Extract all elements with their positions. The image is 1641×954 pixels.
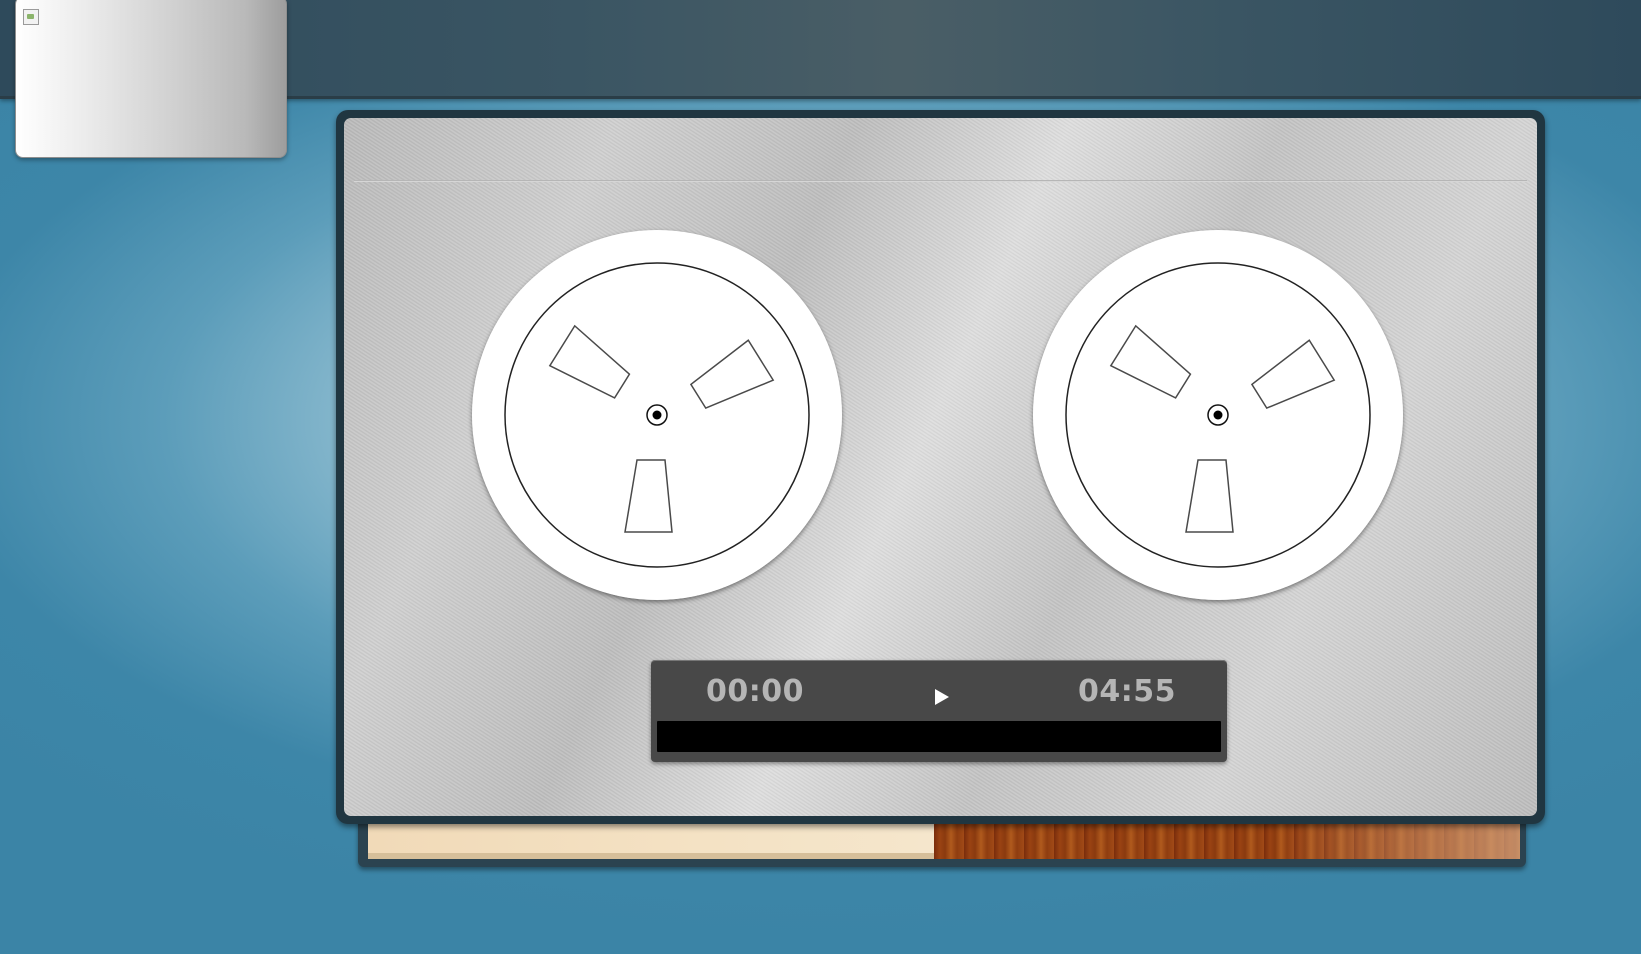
base-wood-panel bbox=[934, 822, 1520, 859]
right-reel bbox=[1033, 230, 1403, 600]
reel-spokes-right bbox=[1065, 262, 1371, 568]
play-icon bbox=[935, 689, 949, 705]
total-time: 04:55 bbox=[1078, 674, 1176, 709]
reel-spokes-left bbox=[504, 262, 810, 568]
left-reel bbox=[472, 230, 842, 600]
progress-bar[interactable] bbox=[657, 721, 1221, 752]
plate-divider bbox=[354, 180, 1527, 182]
broken-image-icon bbox=[23, 9, 39, 25]
elapsed-time: 00:00 bbox=[706, 674, 804, 709]
play-button[interactable] bbox=[926, 682, 956, 712]
player-controls: 00:00 04:55 bbox=[651, 660, 1227, 762]
base-light-panel bbox=[368, 822, 934, 859]
thumbnail-image[interactable] bbox=[15, 0, 287, 158]
